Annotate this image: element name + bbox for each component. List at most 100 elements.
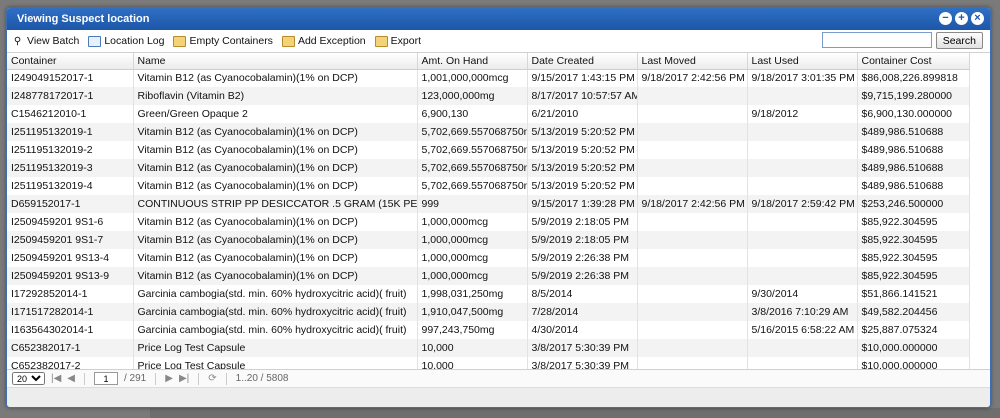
column-header-container[interactable]: Container (7, 53, 134, 70)
table-cell (747, 177, 858, 195)
page-size-select[interactable]: 20 (12, 372, 45, 385)
table-cell: 999 (417, 195, 528, 213)
pager-divider (198, 372, 200, 385)
refresh-icon[interactable]: ⟳ (208, 373, 216, 384)
table-cell: 5,702,669.557068750mcg (417, 141, 528, 159)
table-cell: Vitamin B12 (as Cyanocobalamin)(1% on DC… (133, 177, 418, 195)
table-cell (747, 357, 858, 369)
table-row[interactable]: I251195132019-3 Vitamin B12 (as Cyanocoba… (7, 159, 970, 177)
magnifier-icon: ⚲ (13, 35, 22, 47)
search-button[interactable]: Search (935, 32, 983, 49)
maximize-icon[interactable]: + (955, 12, 968, 25)
add-exception-button[interactable]: Add Exception (281, 35, 366, 47)
table-cell: $489,986.510688 (857, 141, 970, 159)
table-cell: $489,986.510688 (857, 177, 970, 195)
prev-page-icon[interactable]: ◀ (67, 373, 75, 384)
table-cell: Vitamin B12 (as Cyanocobalamin)(1% on DC… (133, 159, 418, 177)
table-cell: 1,998,031,250mg (417, 285, 528, 303)
table-row[interactable]: I17292852014-1 Garcinia cambogia(std. min… (7, 285, 970, 303)
table-cell (747, 213, 858, 231)
table-cell: I2509459201 9S1-6 (7, 213, 134, 231)
table-cell: 5/13/2019 5:20:52 PM (527, 123, 638, 141)
table-cell: 5/16/2015 6:58:22 AM (747, 321, 858, 339)
pager: 20 |◀ ◀ / 291 ▶ ▶| ⟳ 1..20 / 5808 (7, 369, 990, 387)
export-button[interactable]: Export (374, 35, 421, 47)
log-icon (88, 35, 102, 47)
table-cell: 9/18/2017 3:01:35 PM (747, 69, 858, 87)
table-row[interactable]: I171517282014-1 Garcinia cambogia(std. mi… (7, 303, 970, 321)
dialog-title: Viewing Suspect location (17, 13, 150, 25)
column-header-amt-on-hand[interactable]: Amt. On Hand (417, 53, 528, 70)
pager-divider (225, 372, 227, 385)
table-cell: C652382017-1 (7, 339, 134, 357)
next-page-icon[interactable]: ▶ (165, 373, 173, 384)
table-cell: 5/9/2019 2:26:38 PM (527, 267, 638, 285)
dialog-footer (7, 387, 990, 407)
column-header-last-moved[interactable]: Last Moved (637, 53, 748, 70)
column-header-name[interactable]: Name (133, 53, 418, 70)
table-cell (637, 159, 748, 177)
table-cell (637, 285, 748, 303)
location-log-button[interactable]: Location Log (88, 35, 164, 47)
table-row[interactable]: I163564302014-1 Garcinia cambogia(std. mi… (7, 321, 970, 339)
table-cell: 997,243,750mg (417, 321, 528, 339)
table-cell: 3/8/2017 5:30:39 PM (527, 357, 638, 369)
folder-icon (173, 35, 187, 47)
table-row[interactable]: C652382017-2 Price Log Test Capsule 10,000… (7, 357, 970, 369)
empty-containers-button[interactable]: Empty Containers (173, 35, 273, 47)
table-row[interactable]: I251195132019-1 Vitamin B12 (as Cyanocoba… (7, 123, 970, 141)
last-page-icon[interactable]: ▶| (179, 373, 189, 384)
table-row[interactable]: C1546212010-1 Green/Green Opaque 2 6,900,1… (7, 105, 970, 123)
column-header-container-cost[interactable]: Container Cost (857, 53, 970, 70)
table-cell: 1,000,000mcg (417, 249, 528, 267)
table-cell: 9/18/2017 2:42:56 PM (637, 69, 748, 87)
table-cell: 3/8/2017 5:30:39 PM (527, 339, 638, 357)
table-cell (747, 339, 858, 357)
table-cell: $489,986.510688 (857, 159, 970, 177)
table-cell (637, 357, 748, 369)
backdrop (150, 408, 1000, 418)
table-cell: 5/9/2019 2:18:05 PM (527, 231, 638, 249)
table-cell: 3/8/2016 7:10:29 AM (747, 303, 858, 321)
table-row[interactable]: I249049152017-1 Vitamin B12 (as Cyanocoba… (7, 69, 970, 87)
table-row[interactable]: I2509459201 9S1-7 Vitamin B12 (as Cyanoco… (7, 231, 970, 249)
table-cell: C652382017-2 (7, 357, 134, 369)
table-cell: Vitamin B12 (as Cyanocobalamin)(1% on DC… (133, 213, 418, 231)
table-cell: 6/21/2010 (527, 105, 638, 123)
table-cell: 5/13/2019 5:20:52 PM (527, 159, 638, 177)
page-number-input[interactable] (94, 372, 118, 385)
table-cell: Vitamin B12 (as Cyanocobalamin)(1% on DC… (133, 249, 418, 267)
table-cell: 8/17/2017 10:57:57 AM (527, 87, 638, 105)
table-row[interactable]: I251195132019-2 Vitamin B12 (as Cyanocoba… (7, 141, 970, 159)
table-cell: I248778172017-1 (7, 87, 134, 105)
table-cell (747, 141, 858, 159)
dialog-titlebar: Viewing Suspect location − + × (7, 8, 990, 30)
table-cell: Riboflavin (Vitamin B2) (133, 87, 418, 105)
table-cell: I249049152017-1 (7, 69, 134, 87)
table-row[interactable]: D659152017-1 CONTINUOUS STRIP PP DESICCAT… (7, 195, 970, 213)
view-batch-button[interactable]: ⚲ View Batch (11, 35, 80, 47)
table-cell (747, 87, 858, 105)
location-log-label: Location Log (104, 35, 165, 47)
table-cell: I17292852014-1 (7, 285, 134, 303)
table-cell: Garcinia cambogia(std. min. 60% hydroxyc… (133, 321, 418, 339)
table-row[interactable]: C652382017-1 Price Log Test Capsule 10,000… (7, 339, 970, 357)
table-cell (637, 231, 748, 249)
minimize-icon[interactable]: − (939, 12, 952, 25)
table-row[interactable]: I2509459201 9S13-9 Vitamin B12 (as Cyanoc… (7, 267, 970, 285)
column-header-last-used[interactable]: Last Used (747, 53, 858, 70)
table-cell: 9/18/2012 (747, 105, 858, 123)
table-body: I249049152017-1 Vitamin B12 (as Cyanocoba… (7, 69, 970, 369)
table-row[interactable]: I2509459201 9S13-4 Vitamin B12 (as Cyanoc… (7, 249, 970, 267)
table-row[interactable]: I251195132019-4 Vitamin B12 (as Cyanocoba… (7, 177, 970, 195)
column-header-date-created[interactable]: Date Created (527, 53, 638, 70)
table-row[interactable]: I2509459201 9S1-6 Vitamin B12 (as Cyanoco… (7, 213, 970, 231)
table-cell: I251195132019-1 (7, 123, 134, 141)
search-input[interactable] (821, 32, 932, 48)
table-row[interactable]: I248778172017-1 Riboflavin (Vitamin B2) 12… (7, 87, 970, 105)
first-page-icon[interactable]: |◀ (51, 373, 61, 384)
table-cell: $86,008,226.899818 (857, 69, 970, 87)
close-icon[interactable]: × (971, 12, 984, 25)
record-range-label: 1..20 / 5808 (235, 373, 289, 384)
table-cell: 9/15/2017 1:39:28 PM (527, 195, 638, 213)
